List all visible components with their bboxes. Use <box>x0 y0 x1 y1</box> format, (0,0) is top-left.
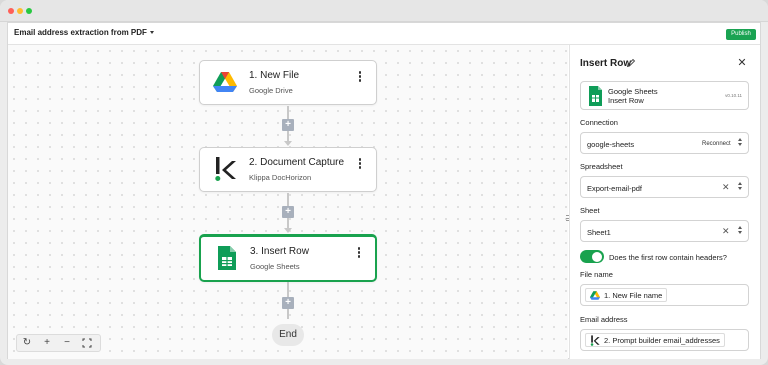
flow-canvas[interactable]: 1. New File Google Drive + 2. Document C… <box>8 45 568 359</box>
chip-label: 1. New File name <box>604 291 663 300</box>
more-options-icon[interactable] <box>357 247 361 261</box>
pencil-icon[interactable] <box>626 58 636 68</box>
close-window-button[interactable] <box>8 8 14 14</box>
email-address-label: Email address <box>580 315 628 324</box>
toggle-knob <box>592 251 602 262</box>
node-subtitle: Klippa DocHorizon <box>249 173 312 182</box>
panel-title: Insert Row <box>580 58 632 69</box>
klippa-icon <box>215 157 236 181</box>
action-name: Insert Row <box>608 96 644 105</box>
connector-line <box>287 218 289 228</box>
window-titlebar <box>0 0 768 22</box>
chevron-updown-icon <box>738 182 744 193</box>
node-subtitle: Google Sheets <box>250 262 300 271</box>
step-settings-panel: Insert Row ✕ Google Sheets Insert Row v0… <box>569 45 760 359</box>
node-subtitle: Google Drive <box>249 86 293 95</box>
app-window: Email address extraction from PDF Publis… <box>0 0 768 365</box>
google-sheets-icon <box>218 246 236 270</box>
chevron-down-icon <box>149 31 154 35</box>
connection-label: Connection <box>580 118 618 127</box>
flow-title-dropdown[interactable]: Email address extraction from PDF <box>14 28 154 37</box>
email-address-field[interactable]: 2. Prompt builder email_addresses <box>580 329 749 351</box>
connector-line <box>287 131 289 141</box>
headers-toggle-label: Does the first row contain headers? <box>609 253 727 262</box>
add-step-button[interactable]: + <box>282 119 294 131</box>
google-sheets-icon <box>589 86 602 106</box>
app-name: Google Sheets <box>608 87 658 96</box>
arrow-down-icon <box>284 141 292 146</box>
flow-title: Email address extraction from PDF <box>14 28 147 37</box>
connection-select[interactable]: google-sheets Reconnect <box>580 132 749 154</box>
zoom-in-icon[interactable]: + <box>41 337 53 349</box>
spreadsheet-label: Spreadsheet <box>580 162 623 171</box>
publish-button[interactable]: Publish <box>726 29 756 40</box>
flow-node-document-capture[interactable]: 2. Document Capture Klippa DocHorizon <box>199 147 377 192</box>
spreadsheet-select[interactable]: Export-email-pdf ✕ <box>580 176 749 198</box>
zoom-out-icon[interactable]: − <box>61 337 73 349</box>
refresh-icon[interactable]: ↻ <box>21 337 33 349</box>
google-drive-icon <box>589 291 601 300</box>
clear-icon[interactable]: ✕ <box>722 226 730 236</box>
sheet-value: Sheet1 <box>587 228 611 237</box>
flow-node-new-file[interactable]: 1. New File Google Drive <box>199 60 377 105</box>
reconnect-button[interactable]: Reconnect <box>702 141 731 147</box>
variable-chip[interactable]: 2. Prompt builder email_addresses <box>585 333 725 347</box>
spreadsheet-value: Export-email-pdf <box>587 184 643 193</box>
node-title: 1. New File <box>249 70 300 81</box>
app-action-card[interactable]: Google Sheets Insert Row v0.10.11 <box>580 81 749 110</box>
add-step-button[interactable]: + <box>282 206 294 218</box>
node-title: 3. Insert Row <box>250 246 309 257</box>
file-name-label: File name <box>580 270 613 279</box>
close-icon[interactable]: ✕ <box>737 58 747 69</box>
node-title: 2. Document Capture <box>249 157 345 168</box>
chip-label: 2. Prompt builder email_addresses <box>604 336 720 345</box>
klippa-icon <box>590 335 600 346</box>
chevron-updown-icon <box>738 138 744 149</box>
add-step-button[interactable]: + <box>282 297 294 309</box>
connection-value: google-sheets <box>587 140 635 149</box>
maximize-window-button[interactable] <box>26 8 32 14</box>
more-options-icon[interactable] <box>358 158 362 172</box>
chevron-updown-icon <box>738 226 744 237</box>
version-label: v0.10.11 <box>725 93 742 98</box>
variable-chip[interactable]: 1. New File name <box>585 288 668 302</box>
fit-view-icon[interactable] <box>81 337 93 349</box>
connector-line <box>287 193 289 206</box>
flow-editor: Email address extraction from PDF Publis… <box>7 22 761 359</box>
sheet-label: Sheet <box>580 206 600 215</box>
sheet-select[interactable]: Sheet1 ✕ <box>580 220 749 242</box>
minimize-window-button[interactable] <box>17 8 23 14</box>
clear-icon[interactable]: ✕ <box>722 182 730 192</box>
file-name-field[interactable]: 1. New File name <box>580 284 749 306</box>
more-options-icon[interactable] <box>358 71 362 85</box>
zoom-controls: ↻ + − <box>16 334 101 352</box>
editor-header: Email address extraction from PDF Publis… <box>8 23 760 45</box>
arrow-down-icon <box>284 228 292 233</box>
google-drive-icon <box>213 72 237 92</box>
flow-end-node: End <box>272 324 304 346</box>
connector-line <box>287 106 289 119</box>
flow-node-insert-row[interactable]: 3. Insert Row Google Sheets <box>199 234 377 282</box>
headers-toggle[interactable] <box>580 250 604 263</box>
